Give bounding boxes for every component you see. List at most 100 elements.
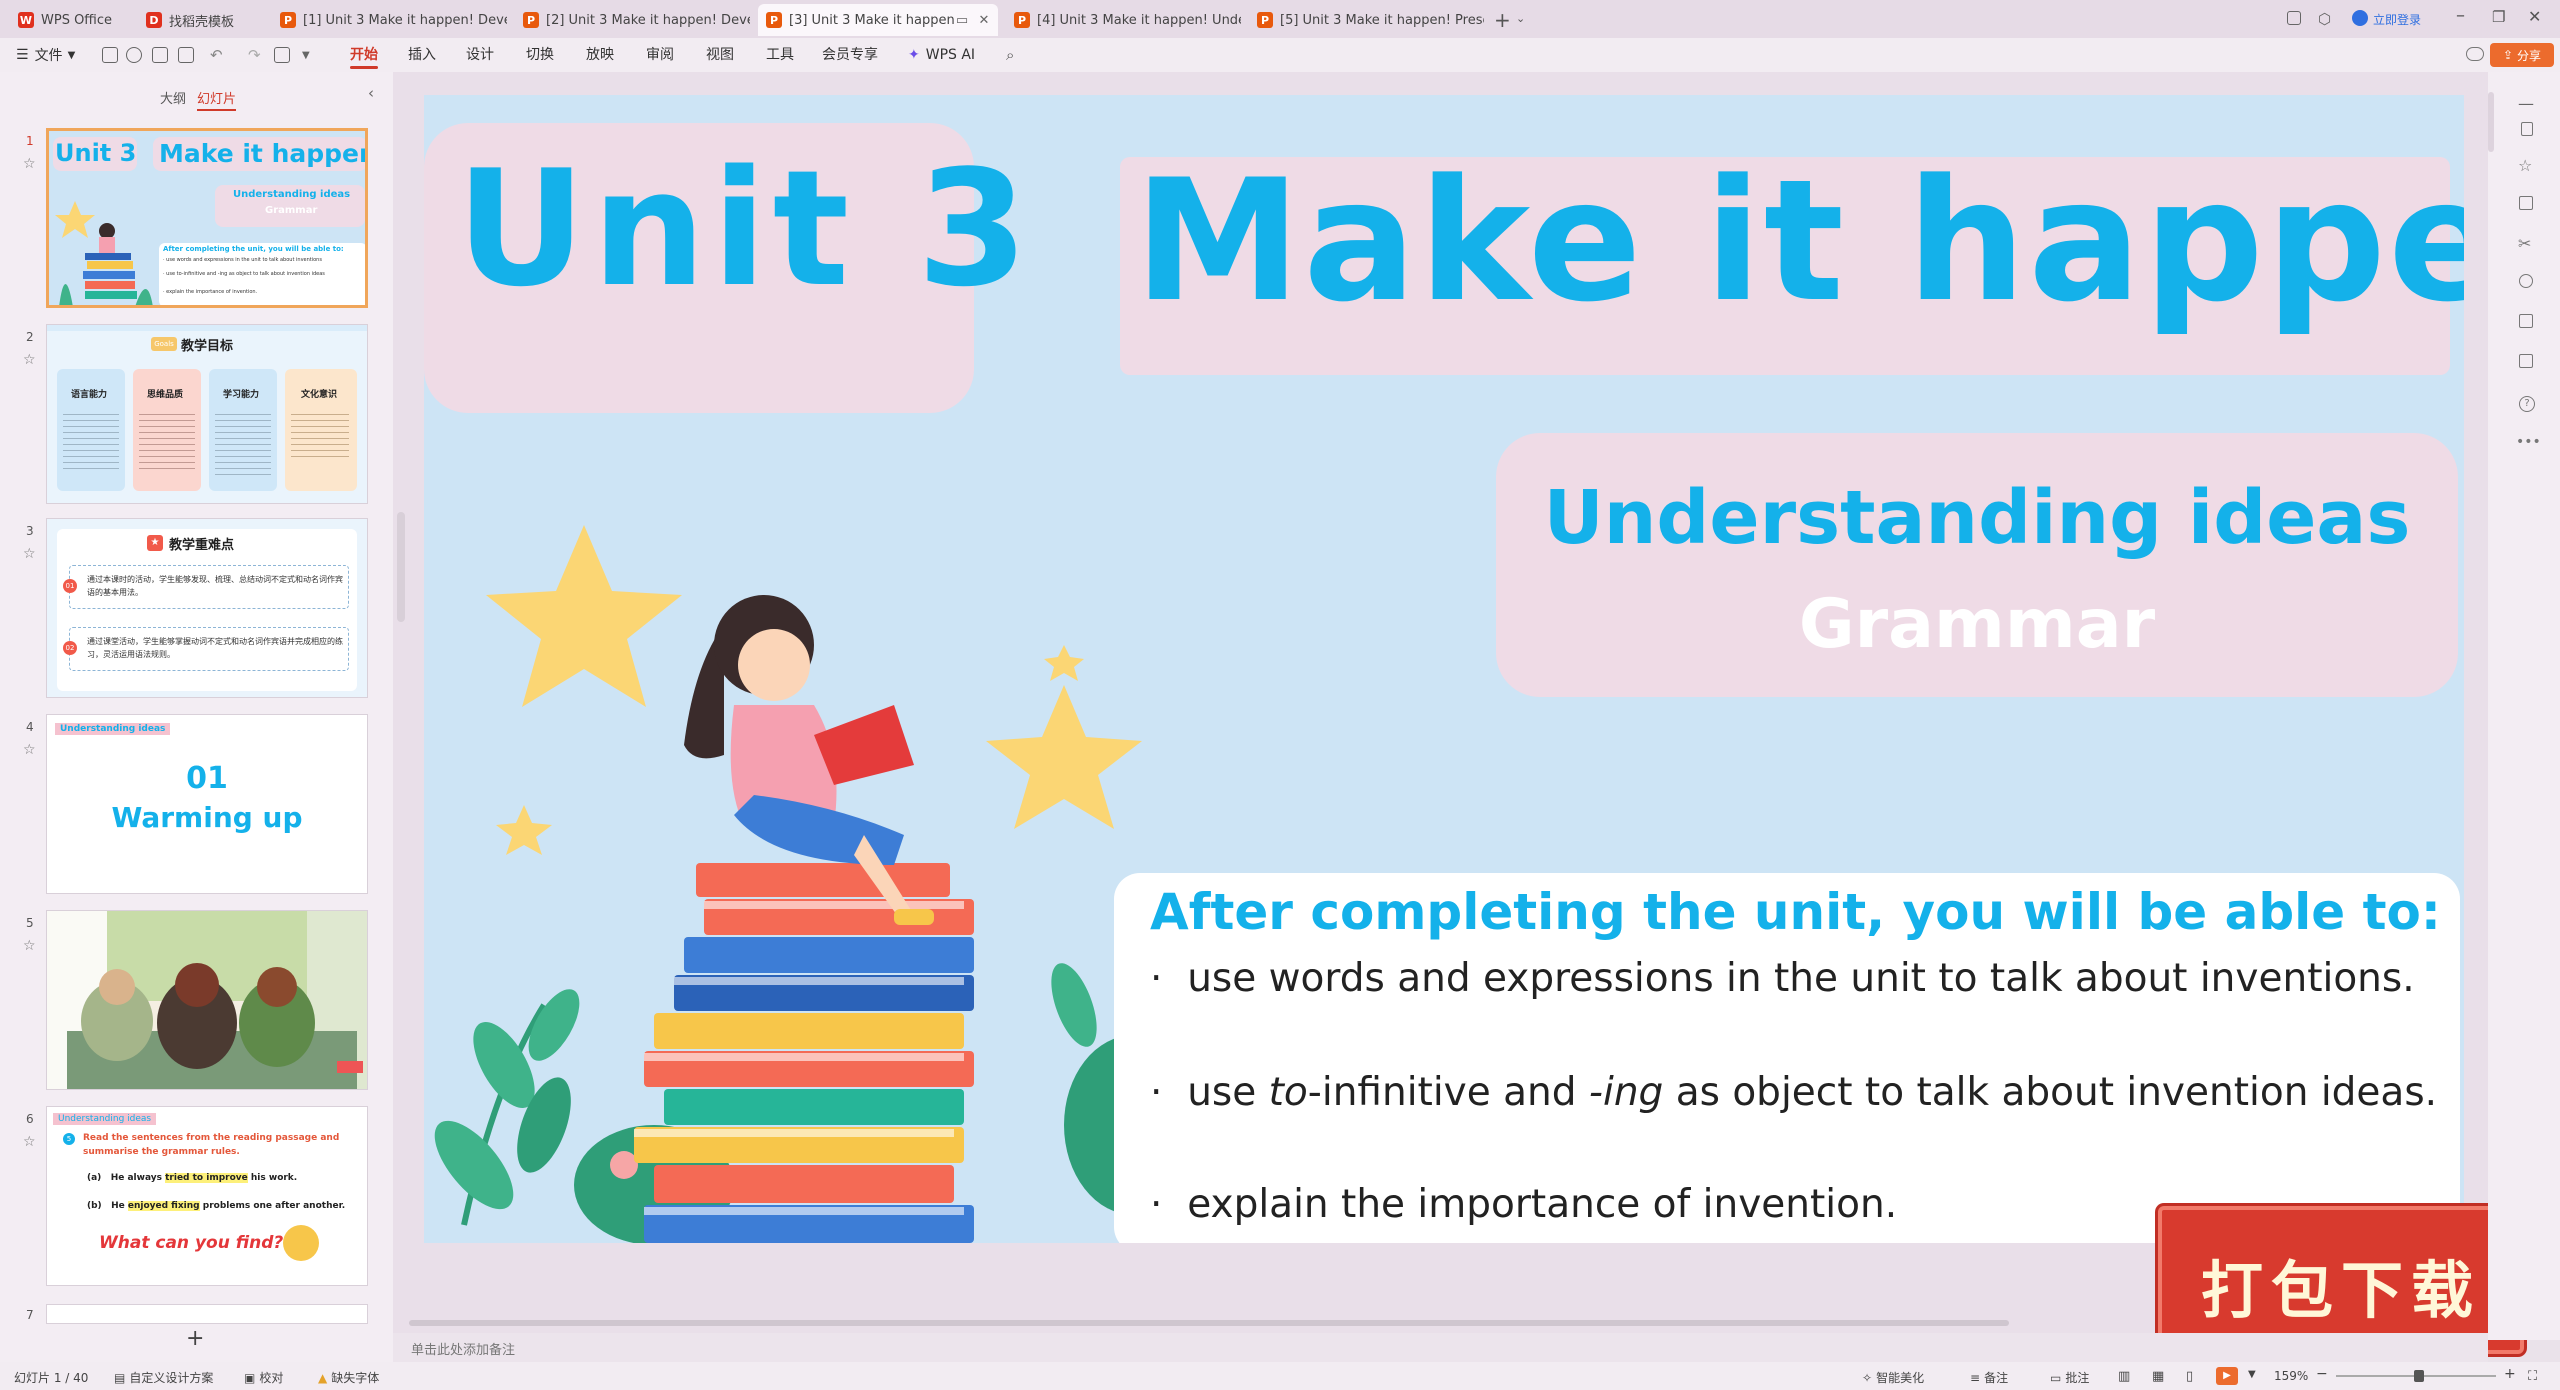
format-painter-icon[interactable] [274,47,290,63]
star-icon[interactable]: ☆ [23,546,36,562]
notes-pane[interactable]: 单击此处添加备注 [393,1333,2488,1362]
panel-resize-handle[interactable] [397,512,405,622]
proofread-button[interactable]: ▣ 校对 [244,1369,283,1386]
menu-view[interactable]: 视图 [706,38,734,72]
menu-design[interactable]: 设计 [466,38,494,72]
avatar-icon[interactable] [2352,10,2368,26]
slide-thumbnail-2[interactable]: Goals 教学目标 语言能力 思维品质 学习能力 文化意识 [46,324,368,504]
slide-thumbnail-7[interactable] [46,1304,368,1324]
new-doc-icon[interactable] [102,47,118,63]
preview-icon[interactable] [178,47,194,63]
star-icon[interactable]: ☆ [23,938,36,954]
zoom-slider[interactable] [2336,1370,2496,1382]
fit-window-icon[interactable]: ⛶ [2528,1369,2537,1384]
play-options-chevron-icon[interactable]: ▼ [2248,1369,2256,1380]
outline-tab[interactable]: 大纲 [160,88,186,107]
close-window-icon[interactable]: ✕ [2528,7,2541,26]
slide-thumbnail-3[interactable]: ★ 教学重难点 01 通过本课时的活动，学生能够发现、梳理、总结动词不定式和动名… [46,518,368,698]
cloud-sync-icon[interactable] [2466,47,2484,61]
minimize-icon[interactable]: – [2456,5,2465,26]
copy-icon[interactable] [2519,196,2533,210]
tab-doc-2[interactable]: P [2] Unit 3 Make it happen! Devel [515,4,750,36]
tools-icon[interactable]: ✂ [2518,234,2531,253]
cube-icon[interactable]: ⬡ [2318,10,2331,28]
zoom-level[interactable]: 159% [2274,1369,2308,1383]
window-layout-icon[interactable] [2287,11,2301,25]
menu-home[interactable]: 开始 [350,38,378,72]
reading-girl-illustration [55,201,153,305]
menu-tools[interactable]: 工具 [766,38,794,72]
login-link[interactable]: 立即登录 [2373,11,2421,28]
tab-doc-5[interactable]: P [5] Unit 3 Make it happen! Prese [1249,4,1484,36]
current-slide[interactable]: Unit 3 Make it happen! Understanding ide… [424,95,2464,1243]
objective-item-2: · use to-infinitive and -ing as object t… [1150,1070,2438,1115]
notes-toggle-button[interactable]: ≡ 备注 [1970,1369,2008,1386]
redo-icon[interactable]: ↷ [248,38,261,72]
vertical-scrollbar[interactable] [2488,92,2494,152]
menu-review[interactable]: 审阅 [646,38,674,72]
slide-thumbnail-4[interactable]: Understanding ideas 01 Warming up [46,714,368,894]
tab-wps-office[interactable]: W WPS Office [10,4,130,36]
help-icon[interactable]: ? [2519,396,2535,412]
objectives-box: After completing the unit, you will be a… [1114,873,2460,1243]
restore-icon[interactable]: ❐ [2492,8,2505,26]
wps-logo-icon: W [18,12,34,28]
undo-icon[interactable]: ↶ [210,38,223,72]
warning-icon: ▲ [318,1371,328,1385]
star-icon[interactable]: ☆ [23,156,36,172]
menu-slideshow[interactable]: 放映 [586,38,614,72]
menu-member[interactable]: 会员专享 [822,38,878,72]
star-icon[interactable]: ☆ [23,1134,36,1150]
slides-tab[interactable]: 幻灯片 [197,88,237,111]
objectives-heading: After completing the unit, you will be a… [1150,883,2441,941]
tab-doc-3-active[interactable]: P [3] Unit 3 Make it happen ▭ ✕ [758,4,998,36]
slide-thumbnail-panel: 大纲 幻灯片 ‹ 1 ☆ 2 ☆ 3 ☆ 4 ☆ 5 ☆ 6 ☆ 7 Unit … [0,72,393,1372]
slide-thumbnail-1[interactable]: Unit 3 Make it happen! Understanding ide… [46,128,368,308]
tab-doc-1[interactable]: P [1] Unit 3 Make it happen! Devel [272,4,507,36]
objective-item-1: · use words and expressions in the unit … [1150,956,2415,1001]
ppt-icon: P [280,12,296,28]
format-icon[interactable] [2521,122,2533,136]
book-icon[interactable] [2519,354,2533,368]
menu-transition[interactable]: 切换 [526,38,554,72]
ppt-icon: P [1257,12,1273,28]
star-icon[interactable]: ☆ [23,352,36,368]
search-doc-icon[interactable] [126,47,142,63]
star-icon[interactable]: ☆ [23,742,36,758]
file-menu[interactable]: ☰ 文件 ▼ [16,38,75,72]
normal-view-icon[interactable]: ▥ [2118,1369,2130,1384]
more-chevron-icon[interactable]: ▼ [302,38,310,72]
slide-thumbnail-5[interactable] [46,910,368,1090]
search-icon[interactable]: ⌕ [1006,38,1014,72]
print-icon[interactable] [152,47,168,63]
design-scheme-button[interactable]: ▤ 自定义设计方案 [114,1369,213,1386]
collapse-panel-icon[interactable]: ‹ [368,84,374,102]
sidebar-minus-icon[interactable]: — [2518,94,2534,113]
tab-list-chevron-icon[interactable]: ⌄ [1516,12,1525,25]
wps-ai-button[interactable]: ✦ WPS AI [908,38,975,72]
tab-doc-4[interactable]: P [4] Unit 3 Make it happen! Unde [1006,4,1241,36]
share-button[interactable]: ⇪ 分享 [2490,43,2554,67]
layout-icon[interactable] [2519,314,2533,328]
add-slide-icon[interactable]: + [186,1326,204,1351]
zoom-in-icon[interactable]: + [2504,1366,2516,1382]
tab-docer-templates[interactable]: D 找稻壳模板 [138,4,268,36]
comment-button[interactable]: ▭ 批注 [2050,1369,2089,1386]
cartoon-scene-image [47,911,367,1089]
thinking-emoji-icon [283,1225,319,1261]
new-tab-icon[interactable]: + [1494,8,1511,32]
animation-icon[interactable] [2519,274,2533,288]
slide-thumbnail-6[interactable]: Understanding ideas 5 Read the sentences… [46,1106,368,1286]
close-tab-icon[interactable]: ✕ [976,13,992,28]
zoom-out-icon[interactable]: − [2316,1366,2328,1382]
smart-beautify-button[interactable]: ✧ 智能美化 [1862,1369,1924,1386]
zoom-slider-thumb[interactable] [2414,1370,2424,1382]
missing-font-button[interactable]: ▲ 缺失字体 [318,1369,379,1386]
more-icon[interactable]: ••• [2516,434,2541,450]
reading-view-icon[interactable]: ▯ [2186,1369,2193,1384]
menu-insert[interactable]: 插入 [408,38,436,72]
favorite-star-icon[interactable]: ☆ [2518,156,2532,175]
play-slideshow-icon[interactable]: ▶ [2216,1367,2238,1385]
slide-sorter-icon[interactable]: ▦ [2152,1369,2164,1384]
download-stamp[interactable]: 打包下载 [2158,1206,2524,1354]
